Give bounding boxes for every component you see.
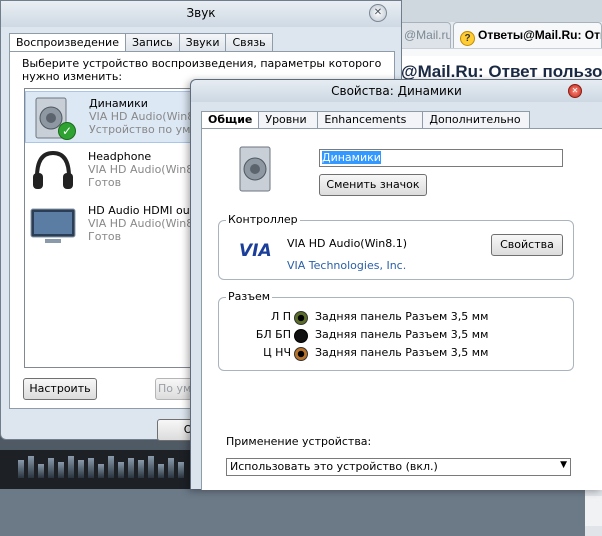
tab-sounds[interactable]: Звуки — [178, 33, 227, 51]
sound-window-title: Звук — [186, 6, 216, 20]
vendor-link[interactable]: VIA Technologies, Inc. — [287, 259, 406, 272]
eq-bar — [138, 460, 144, 478]
eq-bar — [58, 462, 64, 478]
tab-playback[interactable]: Воспроизведение — [9, 33, 126, 52]
sound-tabs: Воспроизведение Запись Звуки Связь — [9, 33, 273, 52]
usage-select[interactable]: Использовать это устройство (вкл.) ▼ — [226, 458, 571, 476]
jack-row: Ц НЧ Задняя панель Разъем 3,5 мм — [219, 346, 589, 362]
headphones-icon — [29, 149, 77, 193]
eq-bar — [28, 456, 34, 478]
device-status: Готов — [88, 230, 122, 243]
properties-tabs: Общие Уровни Enhancements Дополнительно — [201, 111, 531, 128]
jack-group: Разъем Л П Задняя панель Разъем 3,5 мм Б… — [218, 290, 574, 371]
eq-bar — [98, 464, 104, 478]
eq-bar — [148, 456, 154, 478]
jack-location: Задняя панель Разъем 3,5 мм — [315, 346, 489, 359]
properties-title: Свойства: Динамики — [331, 84, 462, 98]
tab-recording[interactable]: Запись — [124, 33, 180, 51]
sound-window-titlebar: Звук — [1, 1, 401, 27]
eq-bar — [168, 458, 174, 478]
device-name: HD Audio HDMI out — [88, 204, 194, 217]
browser-tab-inactive[interactable]: @Mail.ru/ — [397, 22, 451, 48]
tab-general[interactable]: Общие — [201, 111, 260, 128]
eq-bar — [68, 456, 74, 478]
tab-communications[interactable]: Связь — [225, 33, 273, 51]
tab-advanced[interactable]: Дополнительно — [422, 111, 531, 128]
via-logo-text: VIA — [239, 241, 272, 259]
eq-bar — [88, 458, 94, 478]
eq-bar — [128, 458, 134, 478]
browser-titlebar — [395, 0, 602, 22]
jack-dot-icon — [294, 329, 308, 343]
browser-tab-active-label: Ответы@Mail.Ru: Отве — [478, 28, 602, 42]
jack-channel: Ц НЧ — [263, 346, 291, 359]
eq-bar — [118, 462, 124, 478]
jack-row: Л П Задняя панель Разъем 3,5 мм — [219, 310, 589, 326]
jack-row: БЛ БП Задняя панель Разъем 3,5 мм — [219, 328, 589, 344]
via-logo-icon: VIA — [237, 239, 273, 261]
controller-name: VIA HD Audio(Win8.1) — [287, 237, 408, 250]
jack-dot-icon — [294, 311, 308, 325]
jack-location: Задняя панель Разъем 3,5 мм — [315, 328, 489, 341]
device-name: Динамики — [89, 97, 148, 110]
eq-bar — [78, 460, 84, 478]
browser-toolbar — [395, 48, 602, 56]
properties-titlebar: Свойства: Динамики — [191, 80, 602, 102]
jack-dot-icon — [294, 347, 308, 361]
eq-bar — [108, 456, 114, 478]
chevron-down-icon: ▼ — [560, 460, 567, 470]
check-icon: ✓ — [58, 122, 76, 140]
general-panel: Динамики Сменить значок Контроллер VIA V… — [201, 128, 602, 490]
device-name: Headphone — [88, 150, 152, 163]
device-name-value: Динамики — [322, 151, 381, 164]
sound-window-close-icon[interactable]: ✕ — [369, 4, 387, 22]
controller-properties-button[interactable]: Свойства — [491, 234, 563, 256]
close-icon[interactable]: ✕ — [568, 84, 582, 98]
jack-location: Задняя панель Разъем 3,5 мм — [315, 310, 489, 323]
configure-button[interactable]: Настроить — [23, 378, 97, 400]
jack-channel: БЛ БП — [255, 328, 291, 341]
eq-bar — [158, 464, 164, 478]
change-icon-button[interactable]: Сменить значок — [319, 174, 427, 196]
properties-window: Свойства: Динамики ✕ Общие Уровни Enhanc… — [190, 79, 602, 490]
eq-bar — [38, 464, 44, 478]
device-speaker-icon — [236, 145, 276, 193]
usage-select-value: Использовать это устройство (вкл.) — [230, 460, 438, 473]
jack-label: Разъем — [226, 290, 273, 303]
question-icon: ? — [460, 31, 475, 46]
device-status: Готов — [88, 176, 122, 189]
jack-channel: Л П — [270, 310, 291, 323]
tab-levels[interactable]: Уровни — [258, 111, 319, 128]
browser-tab-active[interactable]: ? Ответы@Mail.Ru: Отве — [453, 22, 602, 48]
eq-bar — [18, 460, 24, 478]
device-name-input[interactable]: Динамики — [319, 149, 563, 167]
controller-group: Контроллер VIA VIA HD Audio(Win8.1) VIA … — [218, 213, 574, 280]
controller-label: Контроллер — [226, 213, 300, 226]
browser-tab-inactive-label: @Mail.ru/ — [404, 28, 451, 42]
monitor-icon — [29, 203, 77, 247]
usage-label: Применение устройства: — [226, 435, 372, 448]
eq-bar — [178, 462, 184, 478]
tab-enhancements[interactable]: Enhancements — [317, 111, 424, 128]
eq-bar — [48, 458, 54, 478]
